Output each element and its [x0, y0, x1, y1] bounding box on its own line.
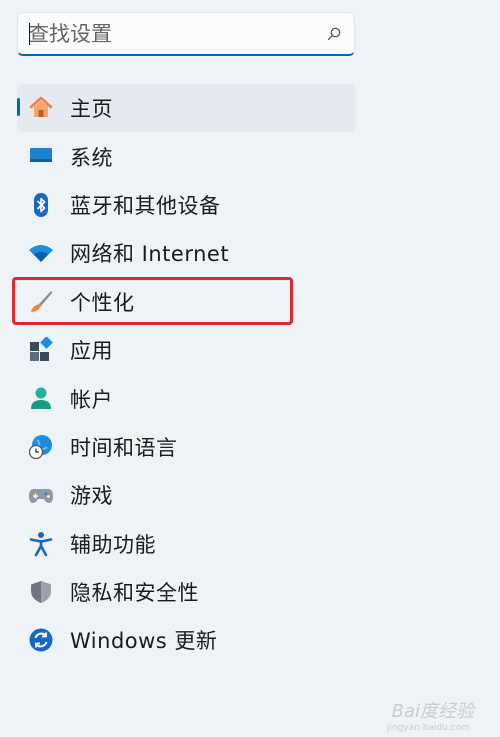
brush-icon [28, 289, 54, 315]
nav-item-label: 系统 [70, 145, 113, 170]
watermark-logo: Bai度经验 [391, 701, 474, 722]
accessibility-icon [28, 531, 54, 557]
settings-nav: 主页 系统 蓝牙和其他设备 网络和 Internet 个性化 应用 帐户 时间和… [17, 84, 355, 665]
apps-icon [28, 336, 54, 363]
shield-icon [28, 579, 54, 605]
nav-item-home[interactable]: 主页 [17, 84, 355, 133]
nav-item-bluetooth[interactable]: 蓝牙和其他设备 [17, 181, 355, 229]
bluetooth-icon [28, 192, 54, 218]
windows-update-icon [28, 627, 54, 653]
nav-item-gaming[interactable]: 游戏 [17, 471, 355, 519]
monitor-icon [28, 143, 54, 169]
nav-item-label: 主页 [70, 97, 113, 122]
watermark-url: jingyan.baidu.com [386, 723, 470, 733]
nav-item-label: 蓝牙和其他设备 [70, 193, 221, 218]
nav-item-windows-update[interactable]: Windows 更新 [17, 616, 355, 664]
nav-item-label: 游戏 [70, 484, 113, 509]
nav-item-label: 时间和语言 [70, 435, 178, 460]
wifi-icon [28, 240, 54, 266]
search-input[interactable] [28, 13, 318, 55]
nav-item-label: Windows 更新 [70, 629, 218, 654]
gamepad-icon [28, 482, 54, 508]
nav-item-time-language[interactable]: 时间和语言 [17, 423, 355, 471]
nav-item-apps[interactable]: 应用 [17, 326, 355, 374]
nav-item-label: 个性化 [70, 290, 135, 315]
nav-item-accounts[interactable]: 帐户 [17, 374, 355, 422]
account-icon [28, 385, 54, 411]
text-caret [29, 23, 30, 45]
nav-item-network[interactable]: 网络和 Internet [17, 229, 355, 277]
nav-item-personalization[interactable]: 个性化 [17, 278, 355, 326]
globe-clock-icon [28, 434, 54, 460]
nav-item-accessibility[interactable]: 辅助功能 [17, 520, 355, 568]
search-box[interactable] [17, 12, 355, 56]
home-icon [28, 95, 54, 121]
nav-item-system[interactable]: 系统 [17, 132, 355, 180]
nav-item-label: 应用 [70, 339, 113, 364]
search-icon[interactable] [326, 26, 342, 42]
nav-item-label: 辅助功能 [70, 532, 156, 557]
nav-item-label: 网络和 Internet [70, 242, 230, 267]
nav-item-label: 帐户 [70, 387, 113, 412]
nav-item-label: 隐私和安全性 [70, 581, 199, 606]
nav-item-privacy[interactable]: 隐私和安全性 [17, 568, 355, 616]
